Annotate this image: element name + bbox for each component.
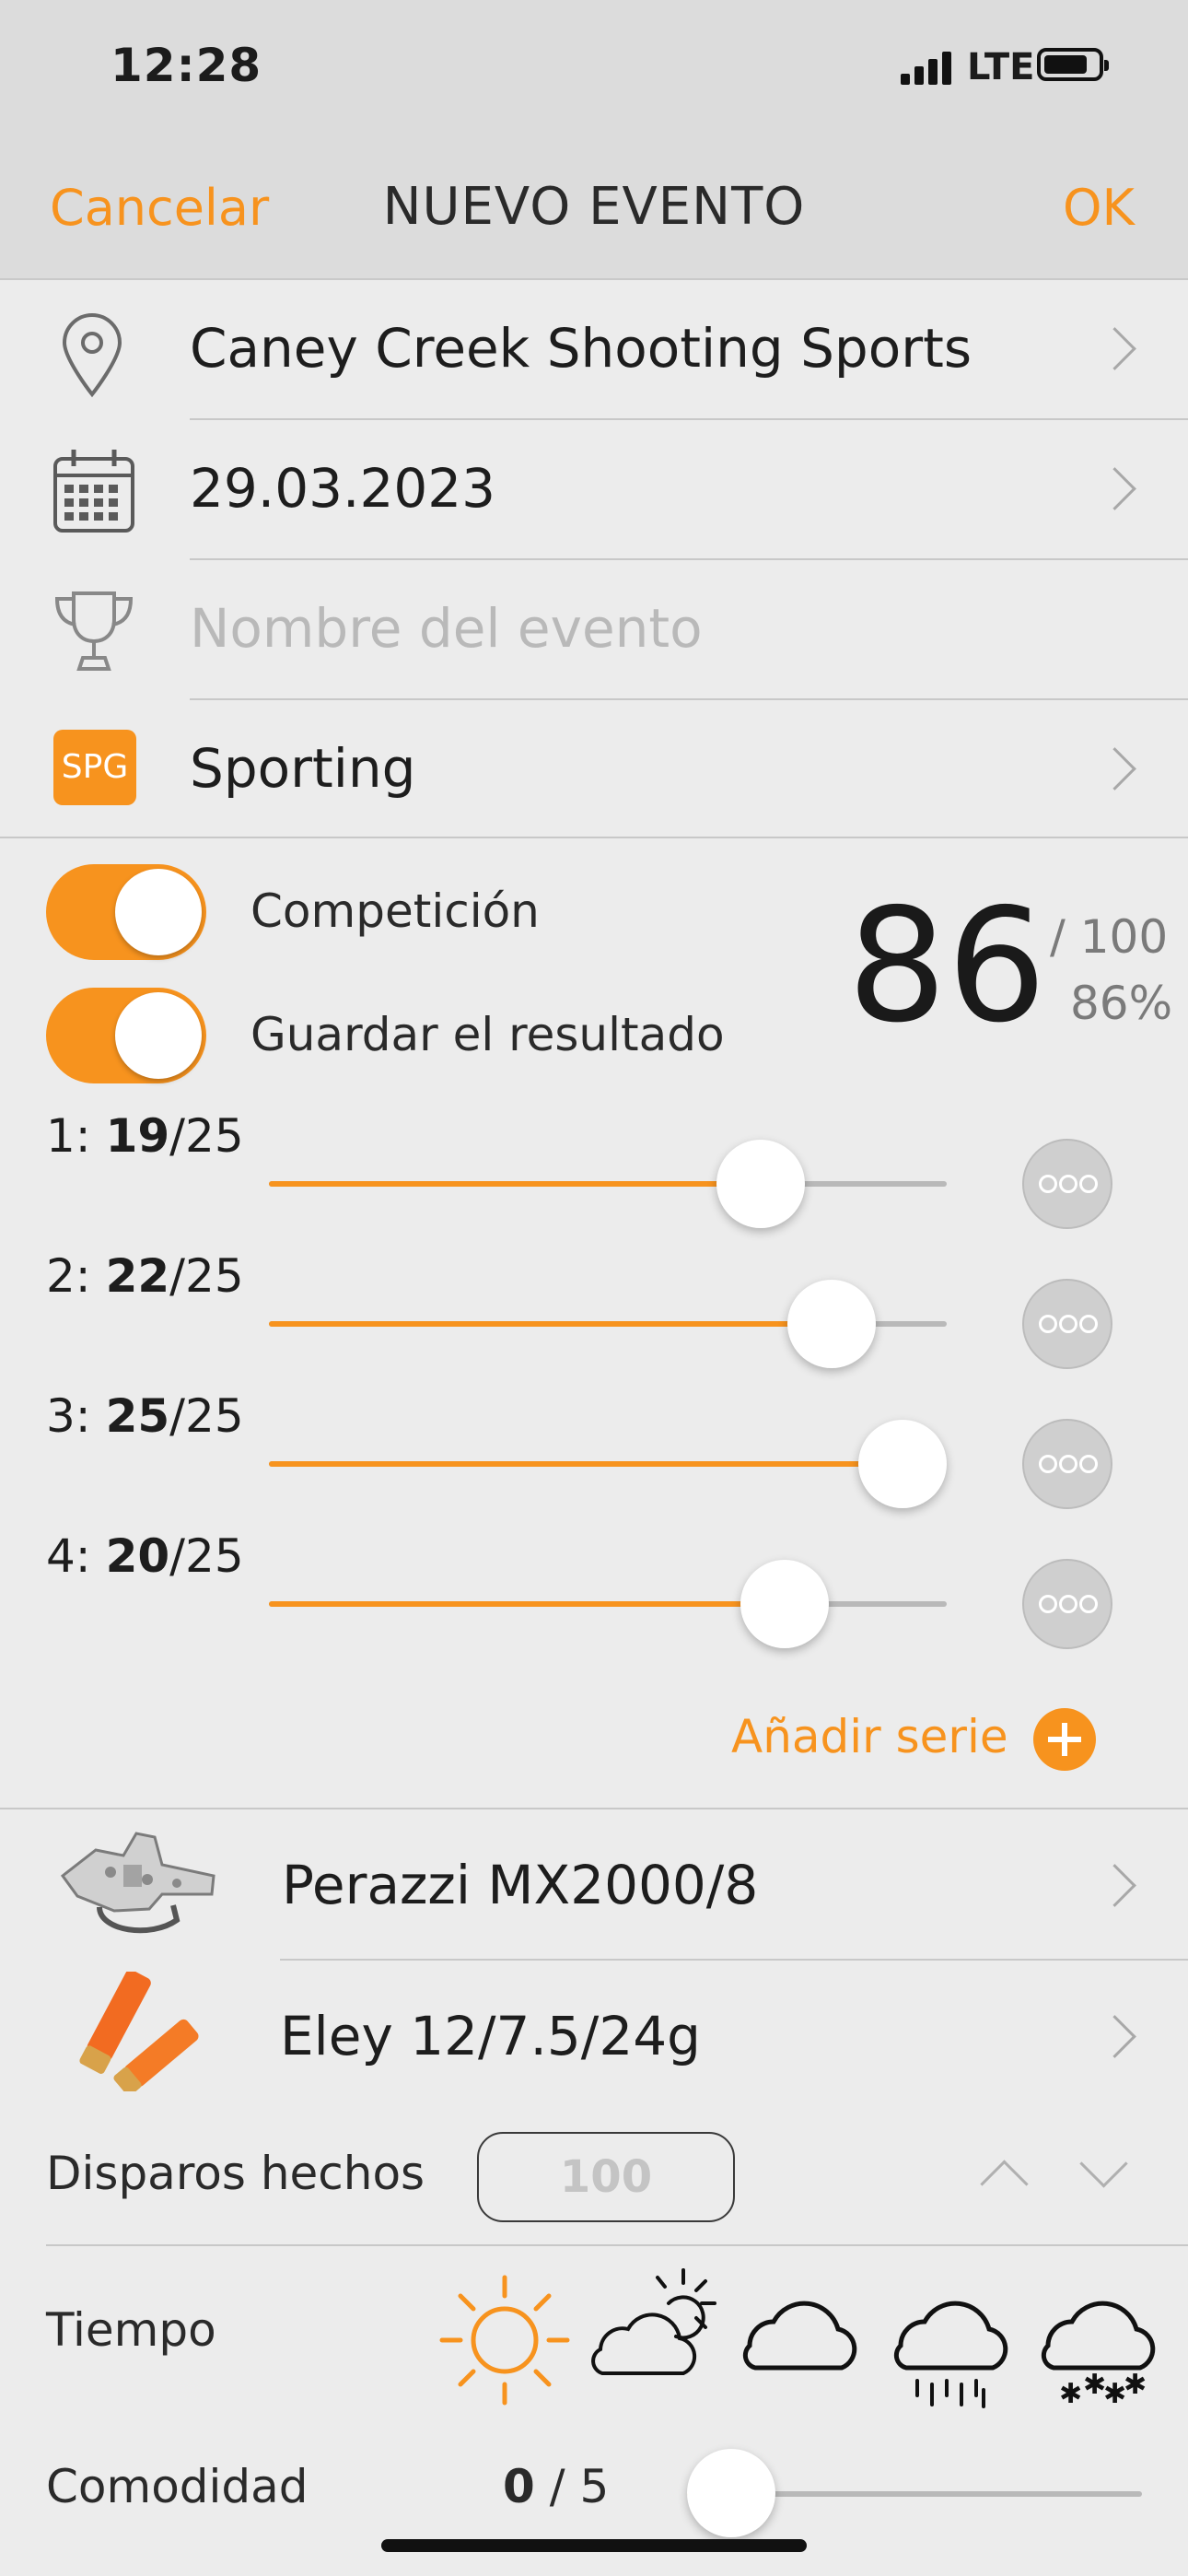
event-name-row[interactable]: Nombre del evento <box>0 560 1188 698</box>
chevron-right-icon <box>1093 2015 1136 2058</box>
chevron-right-icon <box>1093 467 1136 510</box>
more-options-icon[interactable] <box>1022 1419 1112 1509</box>
series-slider-fill <box>269 1601 785 1607</box>
series-total: /25 <box>169 1249 244 1303</box>
series-label: 2: 22/25 <box>46 1249 244 1303</box>
date-value: 29.03.2023 <box>190 457 496 520</box>
gun-value: Perazzi MX2000/8 <box>282 1854 759 1916</box>
battery-icon <box>1037 48 1109 81</box>
series-hits: 19 <box>105 1109 170 1163</box>
series-label: 3: 25/25 <box>46 1389 244 1443</box>
comfort-score: 0 / 5 <box>503 2460 609 2513</box>
cloud-icon[interactable] <box>737 2276 862 2377</box>
discipline-row[interactable] <box>0 700 1188 838</box>
chevron-up-icon[interactable] <box>980 2160 1029 2208</box>
competition-toggle[interactable] <box>46 864 206 960</box>
score-total: / 100 <box>1050 910 1169 964</box>
trophy-icon <box>54 591 134 671</box>
series-slider-thumb[interactable] <box>858 1420 947 1508</box>
series-label: 4: 20/25 <box>46 1529 244 1583</box>
page-title: NUEVO EVENTO <box>382 177 806 237</box>
more-options-icon[interactable] <box>1022 1139 1112 1229</box>
ok-button[interactable]: OK <box>1063 179 1135 237</box>
more-options-icon[interactable] <box>1022 1559 1112 1649</box>
competition-label: Competición <box>250 884 540 938</box>
chevron-down-icon[interactable] <box>1079 2139 1128 2188</box>
series-hits: 22 <box>105 1249 170 1303</box>
series-total: /25 <box>169 1389 244 1443</box>
network-label: LTE <box>967 46 1035 88</box>
signal-icon <box>901 48 956 85</box>
event-name-input[interactable]: Nombre del evento <box>190 597 703 660</box>
series-slider-fill <box>269 1321 833 1327</box>
comfort-label: Comodidad <box>46 2460 309 2513</box>
series-slider[interactable] <box>269 1181 947 1187</box>
discipline-badge: SPG <box>53 730 136 805</box>
comfort-max: / 5 <box>549 2460 610 2513</box>
svg-text:✱: ✱ <box>1059 2378 1082 2410</box>
location-pin-icon <box>62 313 122 398</box>
series-index: 3: <box>46 1389 91 1443</box>
series-total: /25 <box>169 1529 244 1583</box>
gun-row[interactable]: Perazzi MX2000/8 <box>0 1809 1188 1959</box>
add-series-button[interactable]: Añadir serie <box>731 1710 1008 1763</box>
svg-text:✱: ✱ <box>1124 2369 1147 2401</box>
home-indicator <box>381 2539 807 2552</box>
series-index: 1: <box>46 1109 91 1163</box>
series-slider[interactable] <box>269 1461 947 1467</box>
series-slider-fill <box>269 1181 762 1187</box>
date-row[interactable]: 29.03.2023 <box>0 420 1188 558</box>
discipline-value: Sporting <box>190 737 416 800</box>
ammo-row[interactable]: Eley 12/7.5/24g <box>0 1961 1188 2110</box>
location-row[interactable]: Caney Creek Shooting Sports <box>0 280 1188 418</box>
status-time: 12:28 <box>111 39 262 92</box>
series-total: /25 <box>169 1109 244 1163</box>
series-hits: 20 <box>105 1529 170 1583</box>
save-result-toggle[interactable] <box>46 988 206 1083</box>
sun-icon[interactable] <box>437 2272 573 2408</box>
comfort-slider-thumb[interactable] <box>687 2449 775 2537</box>
plus-icon[interactable] <box>1033 1708 1096 1771</box>
series-label: 1: 19/25 <box>46 1109 244 1163</box>
shotgun-trigger-icon <box>60 1832 215 1934</box>
rain-icon[interactable] <box>888 2276 1013 2423</box>
series-slider-fill <box>269 1461 903 1467</box>
series-slider[interactable] <box>269 1601 947 1607</box>
chevron-right-icon <box>1093 327 1136 370</box>
shots-label: Disparos hechos <box>46 2147 425 2200</box>
calendar-icon <box>53 450 134 533</box>
partly-cloudy-icon[interactable] <box>580 2266 720 2386</box>
save-result-label: Guardar el resultado <box>250 1008 725 1061</box>
chevron-right-icon <box>1093 1864 1136 1907</box>
shotgun-shells-icon <box>79 1972 199 2091</box>
series-slider-thumb[interactable] <box>740 1560 829 1648</box>
snow-icon[interactable]: ✱ ✱✱✱ <box>1035 2276 1160 2423</box>
shots-input[interactable]: 100 <box>477 2132 735 2222</box>
weather-label: Tiempo <box>46 2303 216 2357</box>
series-index: 2: <box>46 1249 91 1303</box>
divider <box>46 2244 1188 2246</box>
series-hits: 25 <box>105 1389 170 1443</box>
ammo-value: Eley 12/7.5/24g <box>280 2005 701 2067</box>
more-options-icon[interactable] <box>1022 1279 1112 1369</box>
comfort-value: 0 <box>503 2460 535 2513</box>
score-value: 86 <box>847 875 1047 1058</box>
score-percent: 86% <box>1070 977 1173 1030</box>
location-value: Caney Creek Shooting Sports <box>190 317 973 380</box>
series-slider-thumb[interactable] <box>716 1140 806 1228</box>
series-slider-thumb[interactable] <box>787 1280 877 1368</box>
series-index: 4: <box>46 1529 91 1583</box>
divider <box>0 837 1188 838</box>
